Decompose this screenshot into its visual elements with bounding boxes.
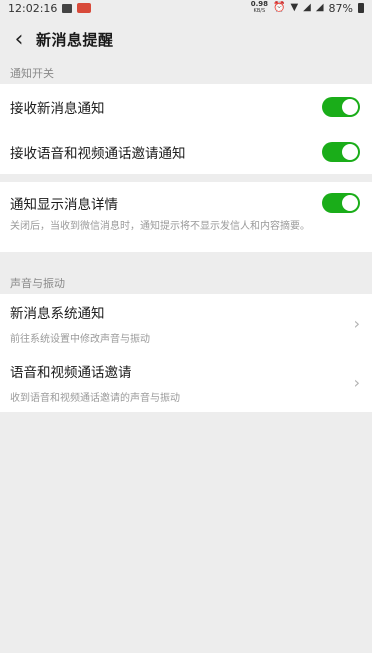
section-title-sound: 声音与振动 — [10, 277, 65, 290]
clock: 12:02:16 — [8, 1, 58, 15]
sound-card: 新消息系统通知 前往系统设置中修改声音与振动 › 语音和视频通话邀请 收到语音和… — [0, 294, 372, 412]
row-system-notify[interactable]: 新消息系统通知 前往系统设置中修改声音与振动 › — [0, 294, 372, 352]
toggle-receive-call-invite[interactable] — [322, 141, 360, 162]
row-label: 语音和视频通话邀请 — [10, 364, 132, 381]
chevron-left-icon[interactable]: ‹ — [8, 27, 30, 52]
divider-gap — [0, 174, 372, 182]
battery-icon — [358, 3, 364, 13]
row-label: 接收语音和视频通话邀请通知 — [10, 145, 186, 162]
row-call-invite-sound[interactable]: 语音和视频通话邀请 收到语音和视频通话邀请的声音与振动 › — [0, 352, 372, 412]
toggle-receive-new-message[interactable] — [322, 96, 360, 117]
toggle-knob — [342, 98, 358, 115]
toggle-show-detail[interactable] — [322, 193, 360, 213]
row-label: 新消息系统通知 — [10, 305, 105, 322]
row-description: 前往系统设置中修改声音与振动 — [10, 333, 150, 345]
network-speed-value: 0.98 — [250, 0, 268, 8]
toggle-knob — [342, 143, 358, 160]
row-label: 接收新消息通知 — [10, 100, 105, 117]
toggle-knob — [342, 195, 358, 211]
row-description: 关闭后，当收到微信消息时，通知提示将不显示发信人和内容摘要。 — [10, 221, 310, 232]
alarm-icon: ⏰ — [272, 2, 286, 13]
image-notification-icon — [62, 3, 73, 13]
status-bar: 12:02:16 0.98 KB/S ⏰ ▼ ◢ ◢ 87% — [0, 0, 372, 16]
network-speed: 0.98 KB/S — [251, 1, 268, 15]
row-description: 收到语音和视频通话邀请的声音与振动 — [10, 392, 180, 404]
chevron-right-icon: › — [353, 372, 360, 392]
row-label: 通知显示消息详情 — [10, 197, 118, 213]
notify-switch-card: 接收新消息通知 接收语音和视频通话邀请通知 — [0, 84, 372, 174]
network-speed-unit: KB/S — [253, 8, 266, 14]
row-receive-new-message[interactable]: 接收新消息通知 — [0, 84, 372, 129]
app-notification-icon — [77, 3, 92, 13]
nav-bar: ‹ 新消息提醒 — [0, 16, 372, 62]
detail-card: 通知显示消息详情 关闭后，当收到微信消息时，通知提示将不显示发信人和内容摘要。 — [0, 182, 372, 252]
row-receive-call-invite[interactable]: 接收语音和视频通话邀请通知 — [0, 129, 372, 174]
section-title-notify: 通知开关 — [10, 67, 54, 80]
signal-icon-2: ◢ — [315, 2, 324, 13]
battery-percent: 87% — [328, 1, 353, 15]
chevron-right-icon: › — [353, 313, 360, 333]
wifi-icon: ▼ — [290, 2, 299, 13]
signal-icon: ◢ — [303, 2, 311, 13]
page-title: 新消息提醒 — [36, 30, 114, 49]
